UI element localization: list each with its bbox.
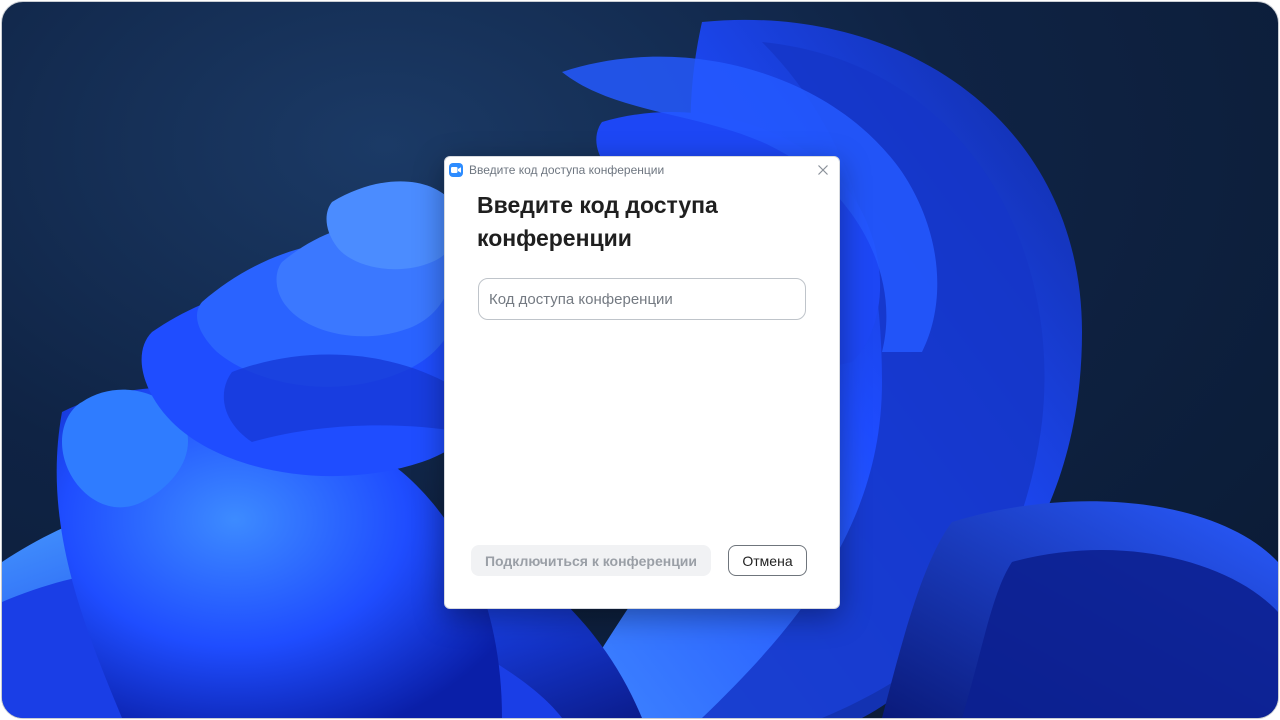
passcode-input[interactable] [478, 278, 806, 320]
dialog-heading: Введите код доступа конференции [477, 192, 718, 251]
window-title: Введите код доступа конференции [469, 163, 665, 177]
zoom-camera-icon [449, 163, 463, 177]
cancel-button[interactable]: Отмена [728, 545, 807, 576]
close-icon [818, 165, 828, 175]
enter-passcode-dialog: Введите код доступа конференции Введите … [444, 156, 840, 609]
join-meeting-button[interactable]: Подключиться к конференции [471, 545, 711, 576]
desktop: Введите код доступа конференции Введите … [1, 1, 1279, 719]
close-button[interactable] [809, 159, 837, 181]
dialog-titlebar: Введите код доступа конференции [445, 157, 839, 183]
